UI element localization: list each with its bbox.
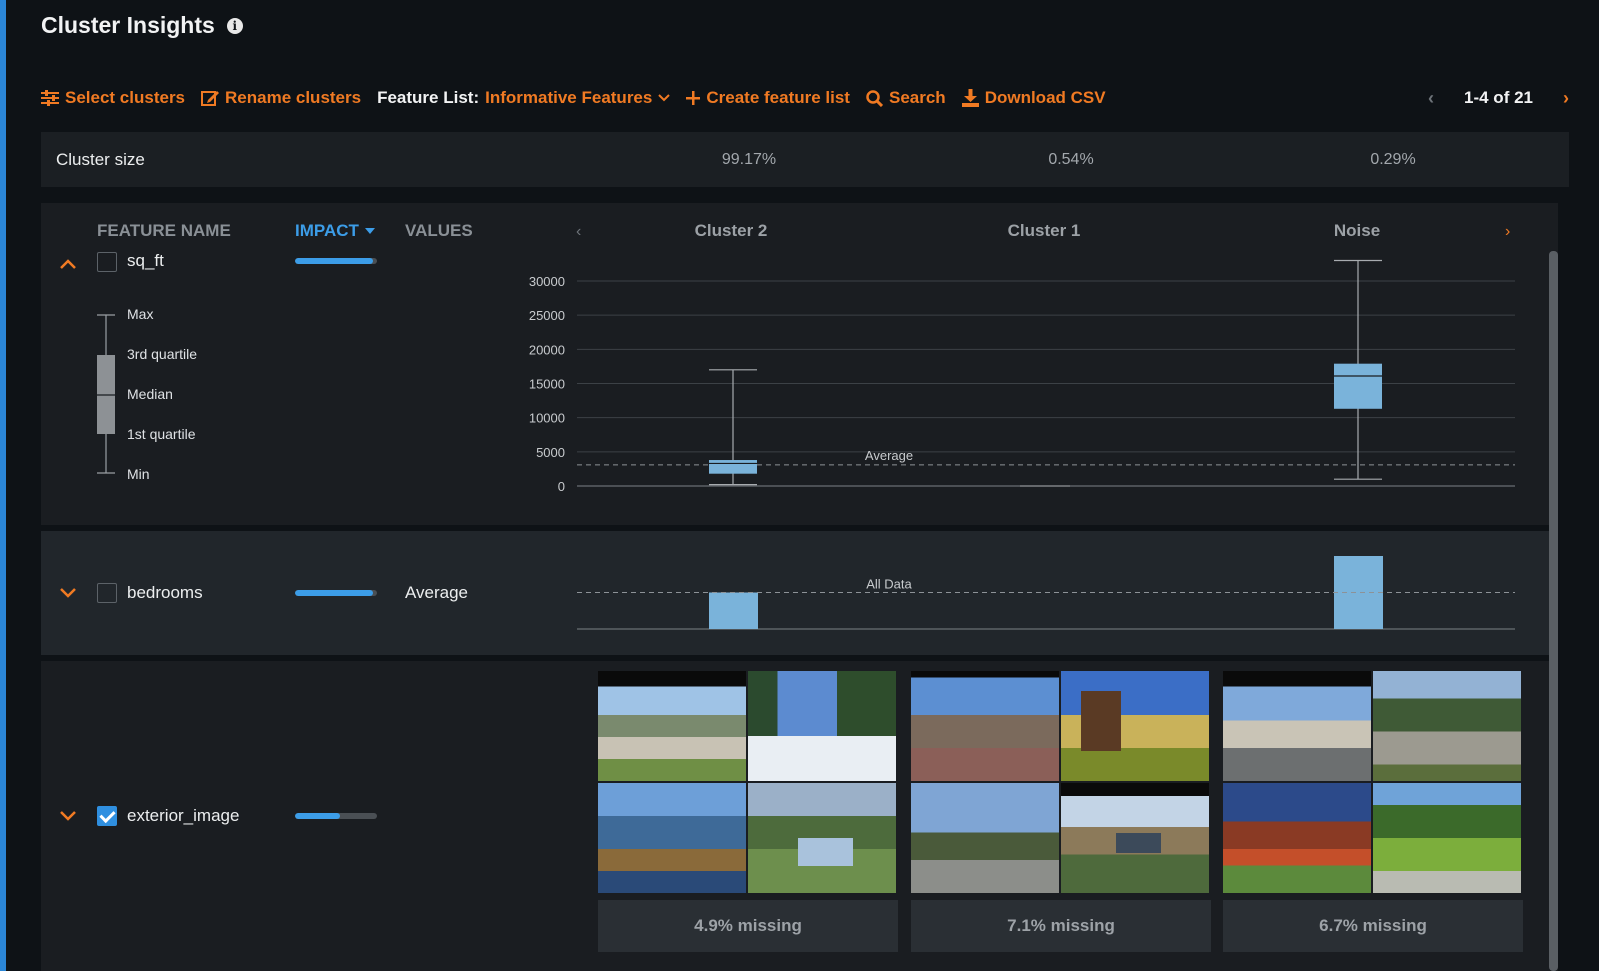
search-button[interactable]: Search	[866, 88, 946, 108]
search-label: Search	[888, 88, 946, 107]
bedrooms-bar-chart: All Data	[577, 556, 1515, 630]
select-clusters-label: Select clusters	[65, 88, 186, 107]
pager: ‹ 1-4 of 21 ›	[1428, 84, 1569, 112]
cluster-size-row: Cluster size 99.17% 0.54% 0.29%	[41, 132, 1569, 187]
header-impact-label: IMPACT	[295, 221, 359, 240]
insights-table: FEATURE NAME IMPACT VALUES ‹ Cluster 2 C…	[41, 203, 1558, 971]
y-tick-label: 5000	[536, 445, 565, 460]
rename-clusters-button[interactable]: Rename clusters	[201, 88, 361, 108]
title-row: Cluster Insights i	[41, 12, 243, 39]
download-icon	[961, 89, 979, 107]
cluster-size-value: 99.17%	[721, 150, 777, 168]
column-header-cluster: Cluster 1	[1007, 221, 1081, 240]
chevron-left-icon[interactable]: ‹	[576, 223, 581, 241]
sort-desc-icon	[364, 228, 375, 234]
missing-label: 7.1% missing	[911, 900, 1211, 952]
header-feature-name[interactable]: FEATURE NAME	[97, 221, 231, 241]
chevron-down-icon[interactable]	[59, 810, 77, 822]
plus-icon	[686, 91, 701, 105]
column-header-cluster: Noise	[1333, 221, 1381, 240]
feature-row-exterior-image: exterior_image 4.9% missing 7.1% missing…	[41, 661, 1558, 971]
search-icon	[866, 89, 883, 107]
info-icon[interactable]: i	[226, 17, 243, 34]
create-feature-list-button[interactable]: Create feature list	[686, 88, 850, 108]
toolbar: Select clusters Rename clusters Feature …	[41, 84, 1569, 112]
scrollbar-thumb[interactable]	[1549, 251, 1558, 971]
missing-label: 4.9% missing	[598, 900, 898, 952]
feature-row-bedrooms: bedrooms Average All Data	[41, 531, 1558, 655]
y-tick-label: 10000	[529, 411, 565, 426]
chevron-down-icon	[658, 94, 671, 102]
rename-clusters-label: Rename clusters	[225, 88, 362, 107]
house-image[interactable]	[1061, 783, 1209, 893]
city-image[interactable]	[598, 783, 746, 893]
y-tick-label: 20000	[529, 342, 565, 357]
house-image[interactable]	[1223, 671, 1371, 781]
house-image[interactable]	[598, 671, 746, 781]
download-csv-button[interactable]: Download CSV	[961, 88, 1106, 108]
header-impact[interactable]: IMPACT	[295, 221, 375, 241]
table-header: FEATURE NAME IMPACT VALUES ‹ Cluster 2 C…	[41, 203, 1558, 255]
select-clusters-button[interactable]: Select clusters	[41, 88, 185, 108]
download-csv-label: Download CSV	[984, 88, 1106, 107]
house-image[interactable]	[911, 671, 1059, 781]
sqft-boxplot-chart: 0 5000 10000 15000 20000 25000 30000 Average	[529, 259, 1515, 494]
average-label: Average	[865, 448, 913, 463]
missing-label: 6.7% missing	[1223, 900, 1523, 952]
cluster-size-label: Cluster size	[56, 149, 145, 169]
y-tick-label: 30000	[529, 274, 565, 289]
feature-name: exterior_image	[127, 806, 240, 825]
edit-icon	[201, 91, 220, 106]
house-image[interactable]	[748, 783, 896, 893]
sliders-icon	[41, 90, 59, 106]
garden-image[interactable]	[1373, 783, 1521, 893]
reference-label: All Data	[866, 577, 912, 592]
y-tick-label: 0	[558, 479, 565, 494]
pager-text: 1-4 of 21	[1464, 88, 1533, 107]
box	[1334, 363, 1382, 409]
impact-bar	[295, 813, 377, 819]
cluster-size-value: 0.29%	[1370, 150, 1416, 168]
feature-row-sqft: sq_ft Max 3rd quartile Median 1st quarti…	[41, 251, 1558, 525]
snow-forest-image[interactable]	[748, 671, 896, 781]
feature-list-label: Feature List:	[377, 88, 480, 107]
left-accent-bar	[0, 0, 6, 971]
yard-image[interactable]	[911, 783, 1059, 893]
feature-list-dropdown[interactable]: Informative Features	[485, 88, 671, 108]
chevron-right-icon[interactable]: ›	[1563, 88, 1569, 109]
chevron-right-icon[interactable]: ›	[1505, 223, 1510, 241]
y-tick-label: 25000	[529, 308, 565, 323]
chevron-left-icon[interactable]: ‹	[1428, 88, 1434, 109]
cluster-size-value: 0.54%	[1048, 150, 1094, 168]
header-values: VALUES	[405, 221, 473, 240]
feature-list-value: Informative Features	[485, 88, 653, 107]
playhouse-image[interactable]	[1061, 671, 1209, 781]
bar	[709, 592, 758, 629]
page-title: Cluster Insights	[41, 12, 215, 38]
create-feature-list-label: Create feature list	[706, 88, 850, 107]
box	[709, 460, 757, 474]
row-checkbox[interactable]	[97, 806, 117, 826]
scrollbar[interactable]	[1549, 203, 1558, 971]
bar	[1334, 556, 1383, 629]
impact-fill	[295, 813, 341, 819]
y-tick-label: 15000	[529, 377, 565, 392]
column-header-cluster: Cluster 2	[694, 221, 768, 240]
river-image[interactable]	[1373, 671, 1521, 781]
lodge-image[interactable]	[1223, 783, 1371, 893]
